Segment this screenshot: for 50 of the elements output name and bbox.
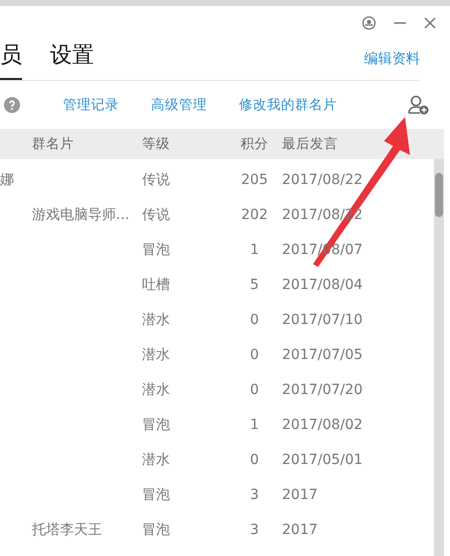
table-cell-text: 吐槽 [142,276,171,294]
table-cell-text: 0 [249,312,260,328]
table-cell-text: 潜水 [142,450,171,468]
table-cell-text: 托塔李天王 [32,520,103,538]
table-cell-text: 2017/07/05 [282,346,364,362]
table-cell-text: 2017 [282,486,319,502]
table-cell-text: 2017 [282,522,319,538]
toolbar-link[interactable]: 高级管理 [151,96,207,114]
table-cell-text: 潜水 [142,310,171,328]
scrollbar-thumb[interactable] [435,173,443,217]
table-cell-text: 0 [249,382,260,398]
table-cell-text: 2017/08/22 [282,172,364,188]
table-cell-text: 2017/05/01 [282,452,364,468]
table-cell-text: 冒泡 [142,486,171,504]
table-cell-text: 娜 [0,170,15,188]
close-icon[interactable] [424,17,436,29]
column-header[interactable]: 群名片 [32,135,142,153]
table-cell-text: 潜水 [142,380,171,398]
table-cell-text: 潜水 [142,346,171,364]
table-cell-text: 传说 [142,206,171,224]
tab[interactable]: 设置 [50,40,94,80]
scrollbar-track[interactable] [434,159,444,556]
table-cell-text: 2017/08/02 [282,416,364,432]
table-cell-text: 5 [249,276,260,292]
table-cell-text: 2017/07/20 [282,382,364,398]
table-cell-text: 0 [249,346,260,362]
table-cell-text: 2017/08/04 [282,276,364,292]
table-cell-text: 1 [249,416,260,432]
table-cell-text: 0 [249,452,260,468]
table-cell-text: 3 [249,522,260,538]
column-header[interactable]: 最后发言 [282,135,444,153]
skin-icon[interactable] [362,16,376,30]
edit-profile-link[interactable]: 编辑资料 [364,50,420,68]
add-user-icon[interactable] [408,95,430,115]
table-cell-text: 3 [249,486,260,502]
table-cell-text: 冒泡 [142,520,171,538]
table-cell-text: 游戏电脑导师... [32,206,130,224]
table-cell-text: 202 [240,206,269,222]
table-cell-text: 冒泡 [142,416,171,434]
toolbar-link[interactable]: 管理记录 [63,96,119,114]
column-header[interactable]: 等级 [142,135,227,153]
column-header[interactable]: 积分 [227,135,282,153]
table-cell-text: 2017/07/10 [282,312,364,328]
table-cell-text: 传说 [142,170,171,188]
tab[interactable]: 员 [0,40,22,80]
help-icon[interactable] [4,97,20,113]
table-cell-text: 1 [249,242,260,258]
table-cell-text: 冒泡 [142,240,171,258]
table-cell-text: 205 [240,172,269,188]
toolbar-link[interactable]: 修改我的群名片 [239,96,337,114]
